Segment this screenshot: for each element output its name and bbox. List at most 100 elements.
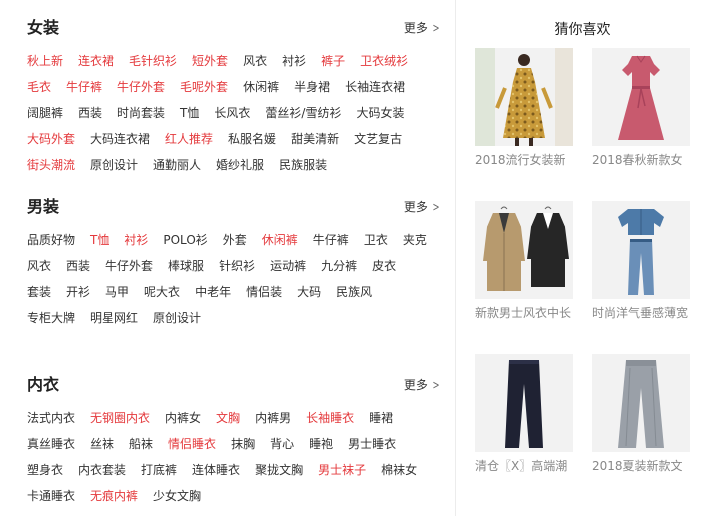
category-tag[interactable]: 打底裤 <box>141 462 177 478</box>
category-tag[interactable]: 牛仔裤 <box>313 232 349 248</box>
category-tag[interactable]: 棒球服 <box>168 258 204 274</box>
category-tag[interactable]: 船袜 <box>129 436 153 452</box>
product-card[interactable]: 2018流行女装新 <box>475 48 573 168</box>
category-tag[interactable]: 背心 <box>270 436 294 452</box>
pink-dress-image[interactable] <box>592 48 690 146</box>
category-tag[interactable]: 风衣 <box>27 258 51 274</box>
category-tag[interactable]: 毛针织衫 <box>129 53 177 69</box>
category-tag[interactable]: 内裤女 <box>165 410 201 426</box>
product-card[interactable]: 新款男士风衣中长 <box>475 201 573 321</box>
category-tag[interactable]: 睡裙 <box>369 410 393 426</box>
product-card[interactable]: 清仓〖X〗高端潮 <box>475 354 573 474</box>
category-tag[interactable]: 内裤男 <box>255 410 291 426</box>
category-tag[interactable]: 裤子 <box>321 53 345 69</box>
category-tag[interactable]: 聚拢文胸 <box>255 462 303 478</box>
category-tag[interactable]: 原创设计 <box>90 157 138 173</box>
category-tag[interactable]: 针织衫 <box>219 258 255 274</box>
category-tag[interactable]: 卡通睡衣 <box>27 488 75 504</box>
denim-set-image[interactable] <box>592 201 690 299</box>
category-tag[interactable]: 夹克 <box>403 232 427 248</box>
product-caption[interactable]: 清仓〖X〗高端潮 <box>475 458 573 474</box>
category-tag[interactable]: 长风衣 <box>214 105 250 121</box>
category-tag[interactable]: 专柜大牌 <box>27 310 75 326</box>
category-tag[interactable]: 大码 <box>297 284 321 300</box>
category-tag[interactable]: T恤 <box>90 232 109 248</box>
category-tag[interactable]: 大码女装 <box>356 105 404 121</box>
more-link[interactable]: 更多 > <box>404 377 441 393</box>
category-tag[interactable]: 少女文胸 <box>153 488 201 504</box>
category-tag[interactable]: 内衣套装 <box>78 462 126 478</box>
category-tag[interactable]: 运动裤 <box>270 258 306 274</box>
floral-dress-image[interactable] <box>475 48 573 146</box>
product-card[interactable]: 时尚洋气垂感薄宽 <box>592 201 690 321</box>
category-tag[interactable]: 呢大衣 <box>144 284 180 300</box>
category-tag[interactable]: 男士睡衣 <box>348 436 396 452</box>
category-tag[interactable]: 品质好物 <box>27 232 75 248</box>
category-tag[interactable]: 开衫 <box>66 284 90 300</box>
category-tag[interactable]: 法式内衣 <box>27 410 75 426</box>
category-tag[interactable]: 蕾丝衫/雪纺衫 <box>265 105 341 121</box>
category-tag[interactable]: 婚纱礼服 <box>216 157 264 173</box>
category-tag[interactable]: 情侣睡衣 <box>168 436 216 452</box>
category-tag[interactable]: 牛仔裤 <box>66 79 102 95</box>
category-tag[interactable]: 衬衫 <box>282 53 306 69</box>
product-caption[interactable]: 2018夏装新款文 <box>592 458 690 474</box>
category-tag[interactable]: 塑身衣 <box>27 462 63 478</box>
category-tag[interactable]: 真丝睡衣 <box>27 436 75 452</box>
category-tag[interactable]: 时尚套装 <box>117 105 165 121</box>
category-tag[interactable]: 秋上新 <box>27 53 63 69</box>
category-tag[interactable]: 民族风 <box>336 284 372 300</box>
category-tag[interactable]: 休闲裤 <box>243 79 279 95</box>
category-tag[interactable]: 毛呢外套 <box>180 79 228 95</box>
category-tag[interactable]: 大码外套 <box>27 131 75 147</box>
category-tag[interactable]: 情侣装 <box>246 284 282 300</box>
category-tag[interactable]: 男士袜子 <box>318 462 366 478</box>
grey-pants-image[interactable] <box>592 354 690 452</box>
category-tag[interactable]: 私服名媛 <box>228 131 276 147</box>
category-tag[interactable]: 丝袜 <box>90 436 114 452</box>
category-tag[interactable]: 衬衫 <box>124 232 148 248</box>
category-tag[interactable]: 阔腿裤 <box>27 105 63 121</box>
category-tag[interactable]: 牛仔外套 <box>105 258 153 274</box>
trench-coats-image[interactable] <box>475 201 573 299</box>
product-caption[interactable]: 2018春秋新款女 <box>592 152 690 168</box>
category-tag[interactable]: 睡袍 <box>309 436 333 452</box>
product-caption[interactable]: 时尚洋气垂感薄宽 <box>592 305 690 321</box>
category-tag[interactable]: 风衣 <box>243 53 267 69</box>
category-tag[interactable]: 毛衣 <box>27 79 51 95</box>
category-tag[interactable]: 原创设计 <box>153 310 201 326</box>
product-card[interactable]: 2018春秋新款女 <box>592 48 690 168</box>
category-tag[interactable]: 棉袜女 <box>381 462 417 478</box>
category-tag[interactable]: 抹胸 <box>231 436 255 452</box>
category-tag[interactable]: 连衣裙 <box>78 53 114 69</box>
category-tag[interactable]: 中老年 <box>195 284 231 300</box>
black-trousers-image[interactable] <box>475 354 573 452</box>
category-tag[interactable]: 皮衣 <box>372 258 396 274</box>
category-tag[interactable]: 长袖连衣裙 <box>345 79 405 95</box>
category-tag[interactable]: 无钢圈内衣 <box>90 410 150 426</box>
category-tag[interactable]: 文胸 <box>216 410 240 426</box>
category-tag[interactable]: 长袖睡衣 <box>306 410 354 426</box>
category-tag[interactable]: T恤 <box>180 105 199 121</box>
category-tag[interactable]: 连体睡衣 <box>192 462 240 478</box>
category-tag[interactable]: 明星网红 <box>90 310 138 326</box>
category-tag[interactable]: 大码连衣裙 <box>90 131 150 147</box>
category-tag[interactable]: 九分裤 <box>321 258 357 274</box>
product-caption[interactable]: 2018流行女装新 <box>475 152 573 168</box>
category-tag[interactable]: 卫衣 <box>364 232 388 248</box>
product-card[interactable]: 2018夏装新款文 <box>592 354 690 474</box>
category-tag[interactable]: 卫衣绒衫 <box>360 53 408 69</box>
category-tag[interactable]: 红人推荐 <box>165 131 213 147</box>
product-caption[interactable]: 新款男士风衣中长 <box>475 305 573 321</box>
category-tag[interactable]: 外套 <box>223 232 247 248</box>
category-tag[interactable]: 通勤丽人 <box>153 157 201 173</box>
category-tag[interactable]: 短外套 <box>192 53 228 69</box>
more-link[interactable]: 更多 > <box>404 20 441 36</box>
category-tag[interactable]: 牛仔外套 <box>117 79 165 95</box>
category-tag[interactable]: 套装 <box>27 284 51 300</box>
category-tag[interactable]: POLO衫 <box>163 232 207 248</box>
category-tag[interactable]: 街头潮流 <box>27 157 75 173</box>
category-tag[interactable]: 甜美清新 <box>291 131 339 147</box>
category-tag[interactable]: 马甲 <box>105 284 129 300</box>
category-tag[interactable]: 西装 <box>66 258 90 274</box>
